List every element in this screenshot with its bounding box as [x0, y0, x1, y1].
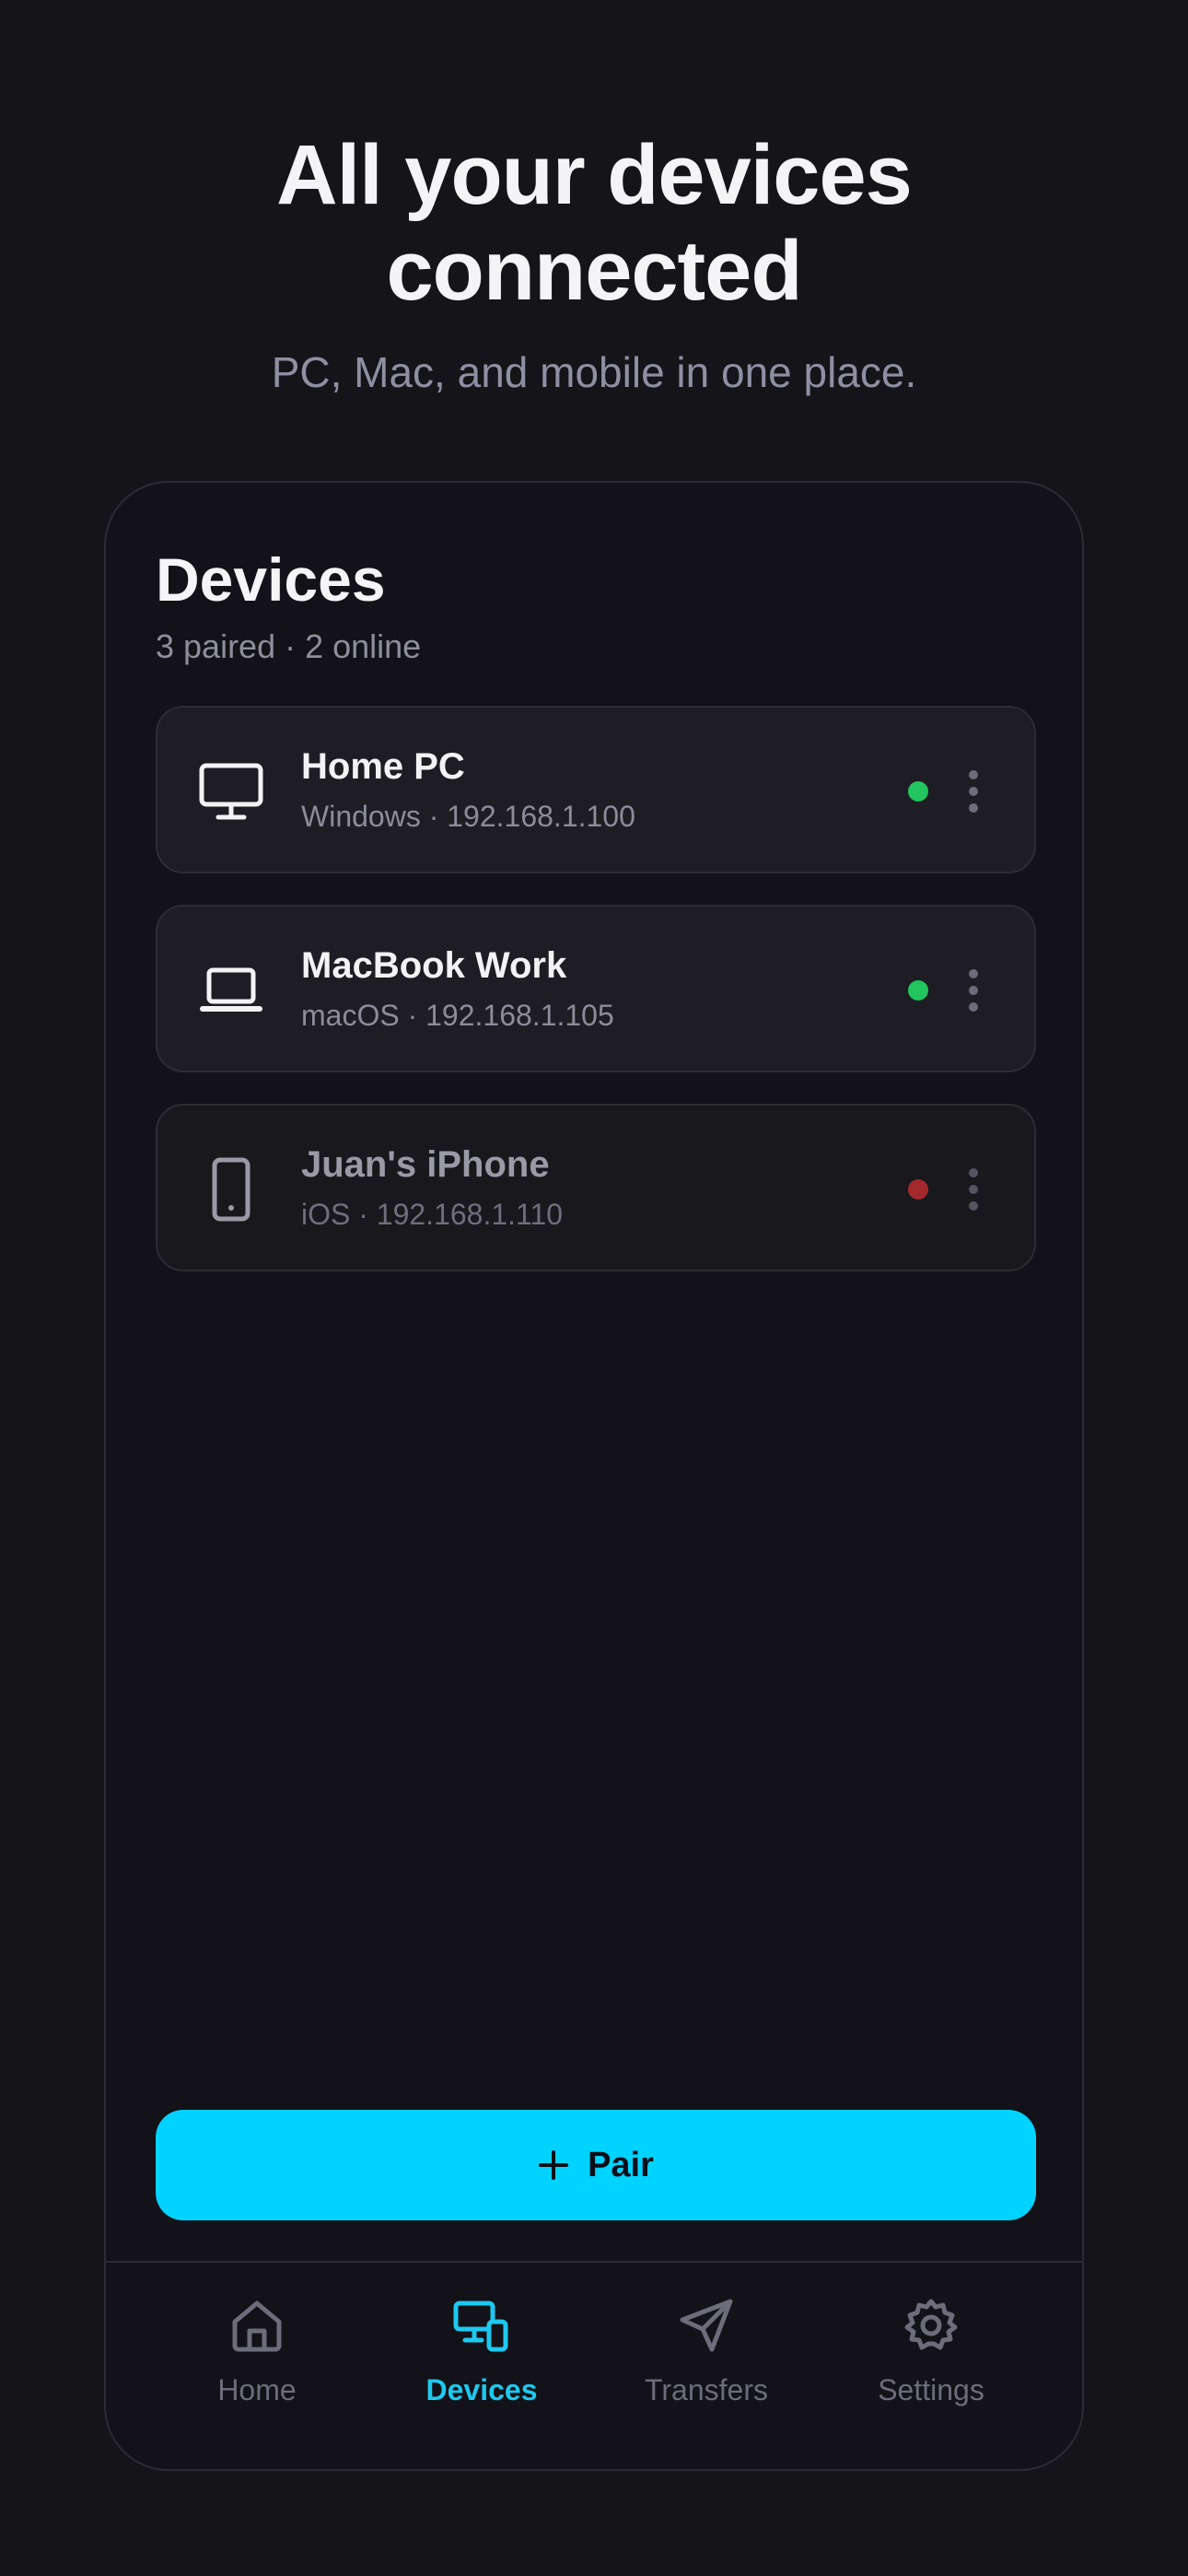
nav-item-home[interactable]: Home — [165, 2296, 349, 2425]
nav-item-transfers[interactable]: Transfers — [614, 2296, 798, 2425]
device-card-home-pc[interactable]: Home PC Windows · 192.168.1.100 — [156, 706, 1036, 873]
more-options-icon[interactable] — [955, 962, 992, 1019]
bottom-nav: Home Devices Transfers Settings — [106, 2261, 1082, 2469]
hero-title-line-1: All your devices — [276, 128, 913, 222]
device-name: Juan's iPhone — [301, 1144, 550, 1185]
home-icon — [232, 2301, 282, 2352]
pair-button[interactable]: Pair — [156, 2110, 1036, 2220]
hero-title: All your devices connected — [0, 127, 1188, 319]
hero-title-line-2: connected — [386, 224, 802, 318]
nav-label: Transfers — [645, 2373, 768, 2406]
device-card-juans-iphone[interactable]: Juan's iPhone iOS · 192.168.1.110 — [156, 1104, 1036, 1271]
devices-summary: 3 paired · 2 online — [156, 627, 422, 665]
status-online-dot — [908, 781, 928, 802]
device-meta: Windows · 192.168.1.100 — [301, 800, 635, 833]
device-name: MacBook Work — [301, 945, 567, 986]
more-options-icon[interactable] — [955, 1161, 992, 1218]
more-options-icon[interactable] — [955, 763, 992, 820]
nav-item-devices[interactable]: Devices — [390, 2296, 574, 2425]
status-offline-dot — [908, 1179, 928, 1200]
status-online-dot — [908, 980, 928, 1001]
phone-frame: Devices 3 paired · 2 online Home PC Wind… — [104, 481, 1084, 2471]
laptop-icon — [200, 967, 262, 1012]
phone-icon — [212, 1157, 250, 1222]
nav-item-settings[interactable]: Settings — [839, 2296, 1023, 2425]
nav-label: Settings — [878, 2373, 984, 2406]
nav-label: Devices — [425, 2373, 538, 2406]
device-card-macbook-work[interactable]: MacBook Work macOS · 192.168.1.105 — [156, 905, 1036, 1072]
plus-icon — [539, 2150, 569, 2180]
hero-subtitle: PC, Mac, and mobile in one place. — [271, 348, 917, 396]
devices-icon — [453, 2301, 508, 2352]
desktop-icon — [199, 763, 263, 820]
pair-button-label: Pair — [588, 2145, 654, 2184]
device-name: Home PC — [301, 746, 465, 787]
nav-label: Home — [217, 2373, 297, 2406]
gear-icon — [904, 2299, 958, 2350]
send-icon — [680, 2299, 733, 2352]
device-meta: iOS · 192.168.1.110 — [301, 1198, 564, 1231]
device-meta: macOS · 192.168.1.105 — [301, 999, 614, 1032]
